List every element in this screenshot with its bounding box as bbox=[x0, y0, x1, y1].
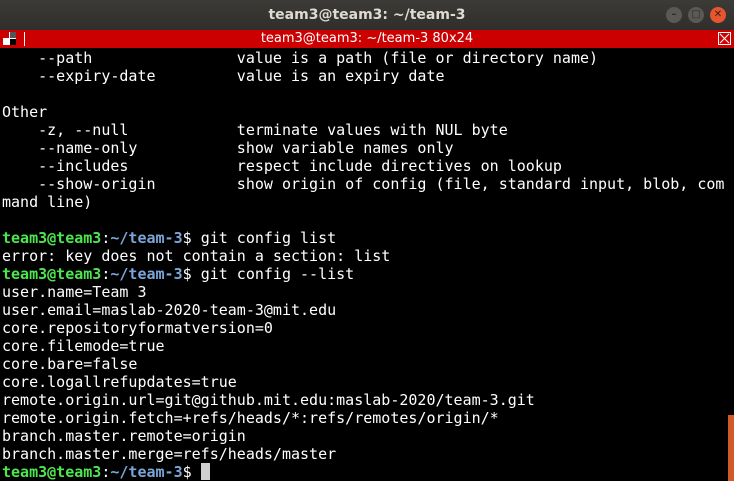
prompt-user: team3@team3 bbox=[2, 265, 102, 283]
output-line: core.bare=false bbox=[2, 355, 138, 373]
prompt-line: team3@team3:~/team-3$ bbox=[2, 463, 726, 481]
command-text: git config list bbox=[200, 229, 337, 247]
prompt-user: team3@team3 bbox=[2, 463, 102, 481]
prompt-line: team3@team3:~/team-3$ git config --list bbox=[2, 265, 726, 283]
maximize-icon[interactable]: □ bbox=[688, 7, 704, 23]
close-icon[interactable]: ✕ bbox=[710, 7, 726, 23]
window-title: team3@team3: ~/team-3 bbox=[268, 7, 466, 23]
output-line: core.repositoryformatversion=0 bbox=[2, 319, 273, 337]
output-line: core.logallrefupdates=true bbox=[2, 373, 237, 391]
output-line: mand line) bbox=[2, 193, 93, 211]
output-line: remote.origin.fetch=+refs/heads/*:refs/r… bbox=[2, 409, 499, 427]
prompt-dollar: $ bbox=[182, 265, 201, 283]
prompt-path: ~/team-3 bbox=[110, 265, 183, 283]
title-bar[interactable]: team3@team3: ~/team-3 – □ ✕ bbox=[0, 0, 734, 30]
output-line: --includes respect include directives on… bbox=[2, 157, 562, 175]
scrollbar[interactable] bbox=[728, 415, 734, 481]
prompt-user: team3@team3 bbox=[2, 229, 102, 247]
tmux-status-bar: team3@team3: ~/team-3 80x24 bbox=[0, 30, 734, 48]
pane-close-icon[interactable] bbox=[718, 32, 731, 45]
prompt-path: ~/team-3 bbox=[110, 229, 183, 247]
status-divider bbox=[24, 32, 25, 46]
prompt-line: team3@team3:~/team-3$ git config list bbox=[2, 229, 726, 247]
output-line: --name-only show variable names only bbox=[2, 139, 454, 157]
output-line: core.filemode=true bbox=[2, 337, 165, 355]
output-line: user.email=maslab-2020-team-3@mit.edu bbox=[2, 301, 337, 319]
terminal-output[interactable]: --path value is a path (file or director… bbox=[2, 49, 726, 481]
output-line: user.name=Team 3 bbox=[2, 283, 147, 301]
prompt-dollar: $ bbox=[182, 463, 201, 481]
output-line: --path value is a path (file or director… bbox=[2, 49, 599, 67]
terminal-menu-icon[interactable] bbox=[3, 32, 16, 45]
output-line: --show-origin show origin of config (fil… bbox=[2, 175, 725, 193]
text-cursor bbox=[200, 463, 210, 480]
output-line: error: key does not contain a section: l… bbox=[2, 247, 391, 265]
output-line: remote.origin.url=git@github.mit.edu:mas… bbox=[2, 391, 535, 409]
prompt-path: ~/team-3 bbox=[110, 463, 183, 481]
prompt-dollar: $ bbox=[182, 229, 201, 247]
terminal-window: team3@team3: ~/team-3 – □ ✕ team3@team3:… bbox=[0, 0, 734, 481]
output-line: Other bbox=[2, 103, 48, 121]
minimize-icon[interactable]: – bbox=[666, 7, 682, 23]
output-line: -z, --null terminate values with NUL byt… bbox=[2, 121, 508, 139]
status-text: team3@team3: ~/team-3 80x24 bbox=[260, 31, 474, 46]
output-line: branch.master.remote=origin bbox=[2, 427, 246, 445]
output-line: --expiry-date value is an expiry date bbox=[2, 67, 445, 85]
command-text: git config --list bbox=[200, 265, 355, 283]
output-line: branch.master.merge=refs/heads/master bbox=[2, 445, 337, 463]
